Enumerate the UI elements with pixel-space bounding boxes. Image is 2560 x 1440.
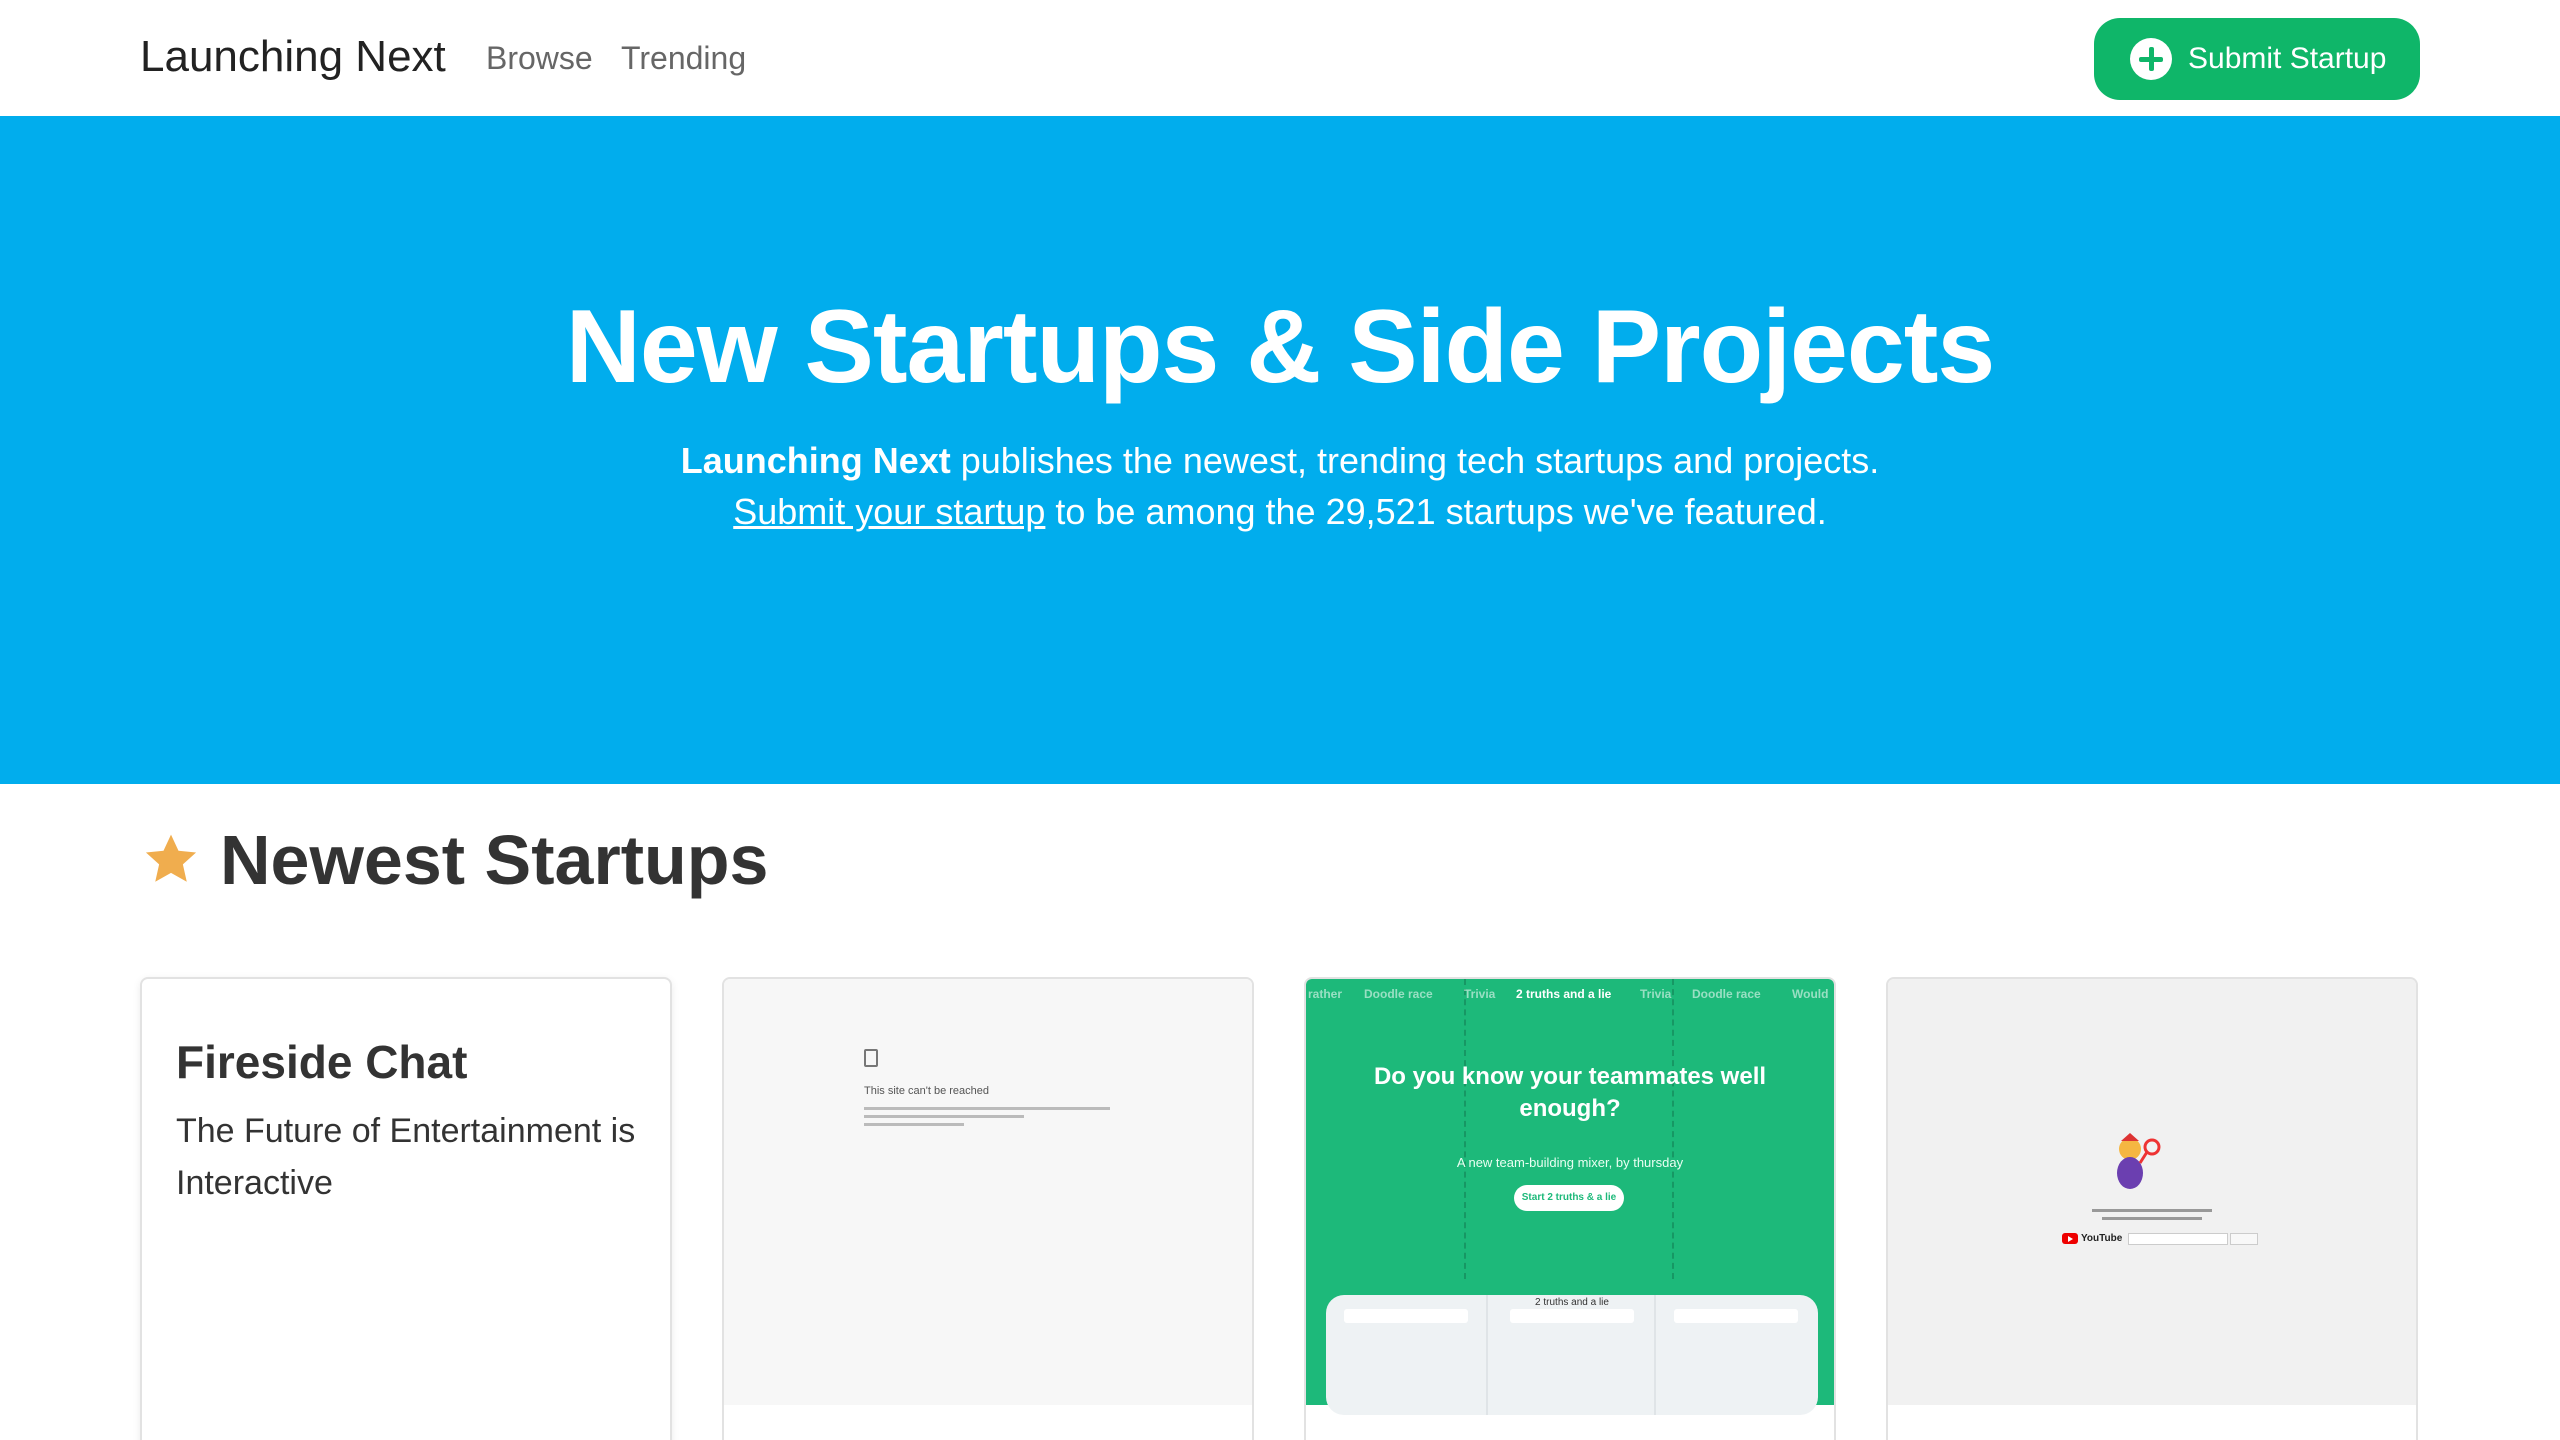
nav-trending-link[interactable]: Trending [621,40,746,77]
hero-brand-bold: Launching Next [680,440,951,481]
screenshot-pill [1344,1309,1468,1323]
startup-card[interactable]: rather Doodle race Trivia 2 truths and a… [1304,977,1836,1440]
screenshot-button: Start 2 truths & a lie [1514,1185,1624,1211]
hero-line2-text: to be among the 29,521 startups we've fe… [1045,491,1827,532]
startup-card[interactable]: Fireside Chat The Future of Entertainmen… [140,977,672,1440]
screenshot-tab: Trivia [1464,987,1496,1001]
submit-startup-button[interactable]: Submit Startup [2094,18,2420,100]
screenshot-divider [1464,979,1466,1279]
startup-card[interactable]: YouTube [1886,977,2418,1440]
screenshot-tab: 2 truths and a lie [1516,987,1612,1001]
card-description: The Future of Entertainment is Interacti… [176,1112,636,1202]
screenshot-text-line [864,1115,1024,1118]
monkey-icon [2117,1133,2161,1189]
hero-subtitle-line2: Submit your startup to be among the 29,5… [0,491,2560,533]
startup-card[interactable]: This site can't be reached [722,977,1254,1440]
hero-banner: New Startups & Side Projects Launching N… [0,116,2560,784]
screenshot-tab: Doodle race [1692,987,1761,1001]
hero-line1-text: publishes the newest, trending tech star… [950,440,1880,481]
section-header: Newest Startups [140,820,768,900]
screenshot-text-line [2092,1209,2212,1212]
star-icon [145,834,197,882]
youtube-play-icon [2062,1233,2078,1244]
navbar: Launching Next Browse Trending Submit St… [0,0,2560,116]
screenshot-panel-title: 2 truths and a lie [1535,1297,1609,1308]
screenshot-tab: Would [1792,987,1829,1001]
card-title[interactable]: Fireside Chat [176,1035,467,1089]
screenshot-heading: Do you know your teammates well enough? [1373,1063,1767,1122]
screenshot-column-divider [1486,1295,1488,1415]
screenshot-text-line [864,1107,1110,1110]
screenshot-text-line [2102,1217,2202,1220]
screenshot-subtitle: A new team-building mixer, by thursday [1456,1155,1684,1170]
section-title: Newest Startups [220,821,769,899]
brand-logo[interactable]: Launching Next [140,32,446,82]
broken-document-icon [864,1049,878,1067]
screenshot-panel: 2 truths and a lie [1326,1295,1818,1415]
screenshot-pill [1510,1309,1634,1323]
nav-browse-link[interactable]: Browse [486,40,593,77]
hero-submit-link[interactable]: Submit your startup [733,491,1045,532]
screenshot-pill [1674,1309,1798,1323]
youtube-logo-text: YouTube [2081,1233,2123,1244]
youtube-logo: YouTube [2062,1233,2122,1244]
screenshot-text-line [864,1123,964,1126]
screenshot-tab: Doodle race [1364,987,1433,1001]
screenshot-column-divider [1654,1295,1656,1415]
screenshot-tab: Trivia [1640,987,1672,1001]
screenshot-tab: rather [1308,987,1343,1001]
screenshot-divider [1672,979,1674,1279]
card-screenshot[interactable]: YouTube [1888,979,2416,1405]
submit-startup-label: Submit Startup [2188,42,2387,75]
screenshot-search-input [2128,1233,2228,1245]
card-screenshot[interactable]: This site can't be reached [724,979,1252,1405]
plus-circle-icon [2130,38,2172,80]
hero-title: New Startups & Side Projects [565,289,1995,405]
hero-subtitle-line1: Launching Next publishes the newest, tre… [0,440,2560,482]
screenshot-search-button [2230,1233,2258,1245]
screenshot-error-text: This site can't be reached [864,1085,990,1097]
card-screenshot[interactable]: rather Doodle race Trivia 2 truths and a… [1306,979,1834,1415]
